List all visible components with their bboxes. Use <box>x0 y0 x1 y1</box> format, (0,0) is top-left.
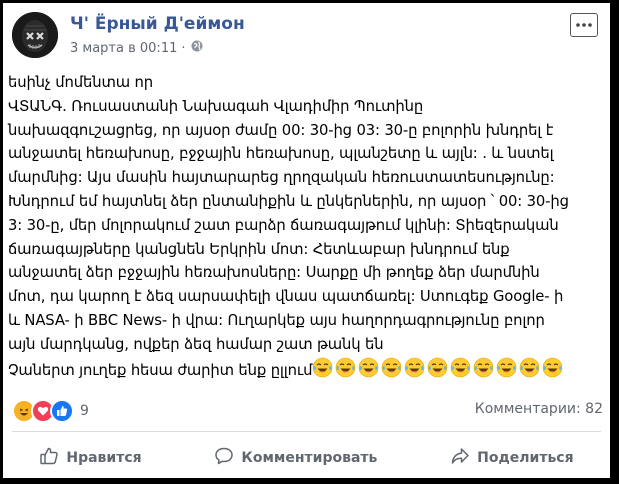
reaction-count: 9 <box>80 403 89 419</box>
thumbs-up-icon <box>39 446 66 470</box>
post-line: Չաներտ յուղեք հեսա ժարիտ ենք ըլլում <box>8 361 313 379</box>
tears-of-joy-emoji <box>381 357 402 378</box>
tears-of-joy-emoji <box>519 357 540 378</box>
post-line: նախազգուշացրեց, որ այսօր ժամը 00: 30-ից … <box>8 121 554 139</box>
like-button[interactable]: Нравится <box>31 442 149 474</box>
post-line: 3: 30-ը, մեր մոլորակում շատ բարձր ճառագա… <box>8 216 559 234</box>
share-label: Поделиться <box>477 450 574 466</box>
post-actions: Нравится Комментировать Поделиться <box>3 441 610 475</box>
globe-icon[interactable] <box>191 40 203 56</box>
post-timestamp[interactable]: 3 марта в 00:11 <box>70 41 177 56</box>
tears-of-joy-emoji <box>473 357 494 378</box>
post-card: Ч' Ёрный Д'еймон 3 марта в 00:11 · եսինչ… <box>3 3 610 478</box>
post-line: մարմնից: Այս մասին հայտարարեց ղրղզական հ… <box>8 169 555 187</box>
actions-divider <box>12 431 601 432</box>
post-line: ՎՏԱՆԳ. Ռուսաստանի Նախագահ Վլադիմիր Պուտի… <box>8 97 424 115</box>
comments-count[interactable]: Комментарии: 82 <box>475 401 603 417</box>
comment-button[interactable]: Комментировать <box>206 442 385 474</box>
tears-of-joy-emoji <box>542 357 563 378</box>
post-line: անջատել ձեր բջջային հեռախոսները: Սարքը մ… <box>8 264 540 282</box>
post-meta: 3 марта в 00:11 · <box>70 40 203 56</box>
post-line: այն մարդկանց, ովքեր ձեզ համար շատ թանկ ե… <box>8 335 384 353</box>
author-avatar[interactable] <box>12 12 58 58</box>
post-text: եսինչ մոմենտա որ ՎՏԱՆԳ. Ռուսաստանի Նախագ… <box>8 71 608 382</box>
post-line: անջատել հեռախոսը, բջջային հեռախոսը, պլան… <box>8 145 554 163</box>
post-line: Խնդրում եմ հայտնել ձեր ընտանիքին և ընկեր… <box>8 192 569 210</box>
ellipsis-icon <box>576 23 592 27</box>
post-line: մոտ, դա կարող է ձեզ սարսափելի վնաս պատճա… <box>8 288 564 306</box>
emoji-row <box>312 357 565 378</box>
comment-label: Комментировать <box>241 450 378 466</box>
tears-of-joy-emoji <box>404 357 425 378</box>
author-name[interactable]: Ч' Ёрный Д'еймон <box>70 14 245 34</box>
like-reaction-icon <box>50 399 74 423</box>
tears-of-joy-emoji <box>335 357 356 378</box>
post-line: և NASA- ի BBC News- ի վրա: Ուղարկեք այս … <box>8 311 545 329</box>
post-line-last: Չաներտ յուղեք հեսա ժարիտ ենք ըլլում <box>8 357 608 383</box>
post-line: ճառագայթները կանցնեն Երկրին մոտ: Հետևաբա… <box>8 240 510 258</box>
tears-of-joy-emoji <box>358 357 379 378</box>
tears-of-joy-emoji <box>427 357 448 378</box>
post-line: եսինչ մոմենտա որ <box>8 74 153 91</box>
tears-of-joy-emoji <box>312 357 333 378</box>
meta-separator: · <box>181 40 186 56</box>
speech-bubble-icon <box>214 446 241 470</box>
share-button[interactable]: Поделиться <box>442 442 581 474</box>
tears-of-joy-emoji <box>496 357 517 378</box>
like-label: Нравится <box>66 450 142 466</box>
post-options-button[interactable] <box>570 13 598 37</box>
tears-of-joy-emoji <box>450 357 471 378</box>
share-arrow-icon <box>450 446 477 470</box>
reactions-summary[interactable]: 9 <box>12 399 89 423</box>
